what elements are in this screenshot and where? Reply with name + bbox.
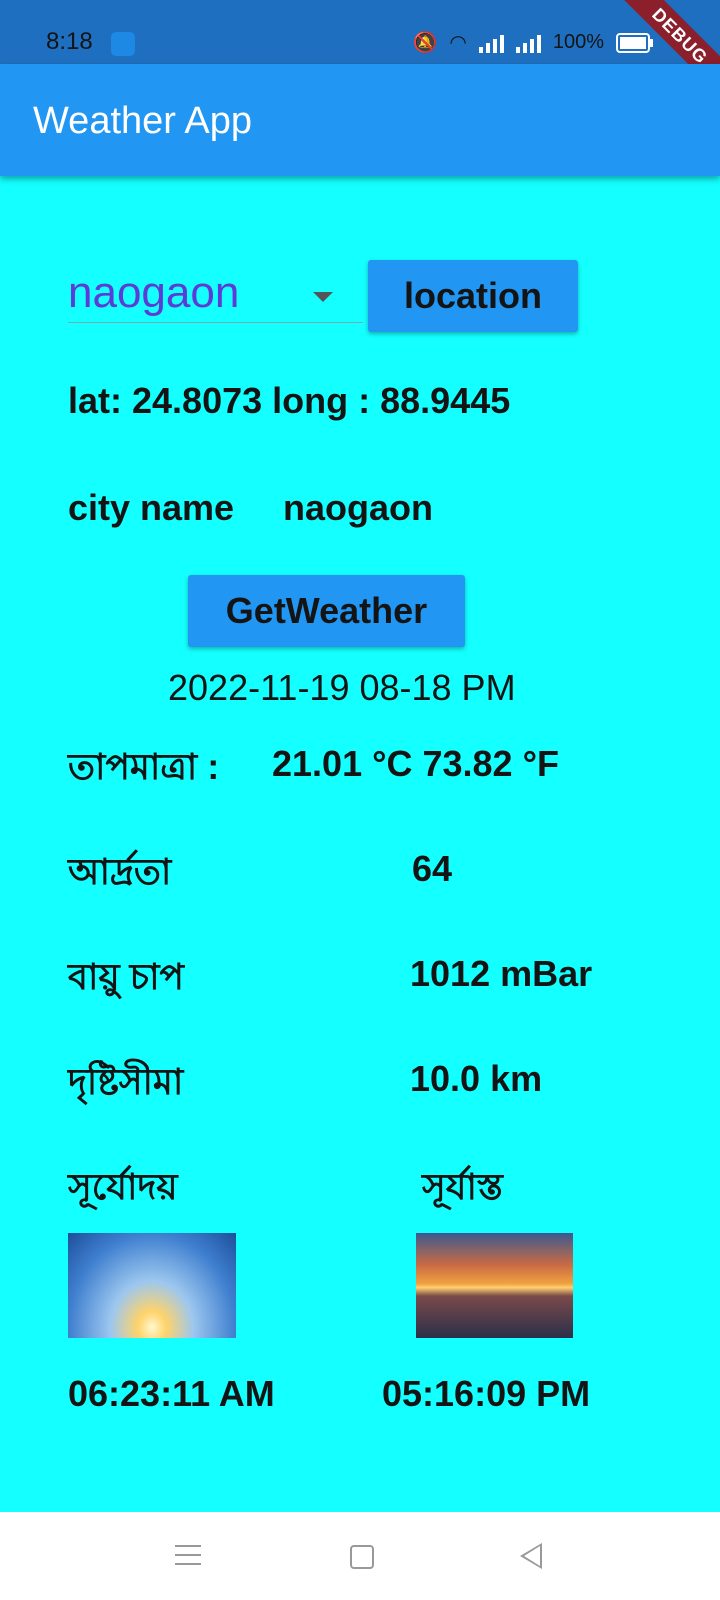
- battery-percent: 100%: [552, 31, 604, 53]
- humidity-label: আর্দ্রতা: [68, 851, 172, 892]
- visibility-value: 10.0 km: [410, 1058, 543, 1099]
- wifi-icon: ◠: [449, 32, 467, 54]
- humidity-value: 64: [412, 848, 453, 889]
- pressure-label: বায়ু চাপ: [68, 956, 184, 997]
- battery-icon: [616, 32, 653, 53]
- signal-icon: [478, 33, 504, 53]
- signal-icon-2: [515, 33, 541, 53]
- sunset-time: 05:16:09 PM: [382, 1373, 591, 1414]
- status-time: 8:18: [46, 28, 93, 55]
- sunrise-label: সূর্যোদয়: [68, 1166, 178, 1207]
- location-button[interactable]: location: [368, 260, 578, 332]
- temperature-label: তাপমাত্রা :: [68, 746, 220, 787]
- city-value: naogaon: [283, 487, 433, 528]
- temperature-value: 21.01 °C 73.82 °F: [272, 743, 559, 784]
- dropdown-arrow-icon[interactable]: [313, 292, 333, 302]
- visibility-label: দৃষ্টিসীমা: [68, 1061, 184, 1102]
- back-icon[interactable]: [520, 1543, 542, 1569]
- usb-icon: [111, 32, 135, 56]
- get-weather-button[interactable]: GetWeather: [188, 575, 465, 647]
- coordinates-text: lat: 24.8073 long : 88.9445: [68, 380, 511, 421]
- city-label: city name: [68, 487, 235, 528]
- recent-apps-icon[interactable]: [175, 1545, 201, 1572]
- sunrise-time: 06:23:11 AM: [68, 1373, 275, 1414]
- city-dropdown-value[interactable]: naogaon: [68, 268, 239, 318]
- sunset-label: সূর্যাস্ত: [422, 1166, 503, 1207]
- mute-icon: 🔕: [412, 32, 438, 54]
- pressure-value: 1012 mBar: [410, 953, 593, 994]
- home-icon[interactable]: [350, 1545, 374, 1569]
- datetime-text: 2022-11-19 08-18 PM: [168, 667, 516, 708]
- app-title: Weather App: [33, 100, 253, 142]
- sunrise-image: [68, 1233, 236, 1338]
- status-icons: 🔕 ◠ 100%: [412, 30, 653, 55]
- sunset-image: [416, 1233, 573, 1338]
